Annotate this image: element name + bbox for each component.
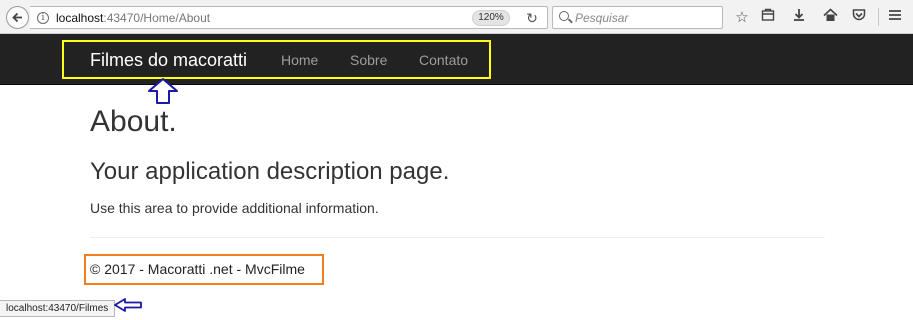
url-path: :43470/Home/About	[103, 11, 211, 25]
content-divider	[90, 237, 825, 238]
nav-link-home[interactable]: Home	[281, 52, 318, 68]
brand-link[interactable]: Filmes do macoratti	[90, 50, 247, 71]
nav-link-sobre[interactable]: Sobre	[350, 52, 387, 68]
search-placeholder: Pesquisar	[575, 11, 629, 25]
reload-icon[interactable]: ↻	[522, 8, 542, 28]
footer-text: © 2017 - Macoratti .net - MvcFilme	[90, 261, 305, 277]
left-arrow-annotation	[114, 298, 142, 312]
star-icon[interactable]: ☆	[732, 7, 752, 27]
nav-link-contato[interactable]: Contato	[419, 52, 468, 68]
url-bar[interactable]: i localhost:43470/Home/About 120% ↻	[30, 6, 548, 29]
home-icon[interactable]	[820, 7, 840, 27]
pocket-icon[interactable]	[849, 7, 869, 27]
info-icon[interactable]: i	[37, 12, 49, 24]
back-icon	[12, 12, 22, 23]
toolbar-separator	[878, 8, 879, 26]
url-text[interactable]: localhost:43470/Home/About	[56, 11, 210, 25]
search-bar[interactable]: Pesquisar	[552, 6, 723, 29]
menu-icon[interactable]	[885, 7, 905, 27]
search-icon	[559, 11, 569, 21]
reading-list-icon[interactable]	[758, 7, 778, 27]
back-button[interactable]	[6, 6, 29, 29]
page-description: Use this area to provide additional info…	[90, 200, 379, 216]
download-icon[interactable]	[789, 7, 809, 27]
page-subtitle: Your application description page.	[90, 158, 450, 185]
status-bar-link-preview: localhost:43470/Filmes	[0, 300, 116, 317]
zoom-level-badge[interactable]: 120%	[472, 10, 510, 26]
up-arrow-annotation	[148, 78, 178, 104]
page-title: About.	[90, 105, 177, 138]
url-host: localhost	[56, 11, 104, 25]
browser-toolbar: i localhost:43470/Home/About 120% ↻ Pesq…	[0, 0, 913, 34]
